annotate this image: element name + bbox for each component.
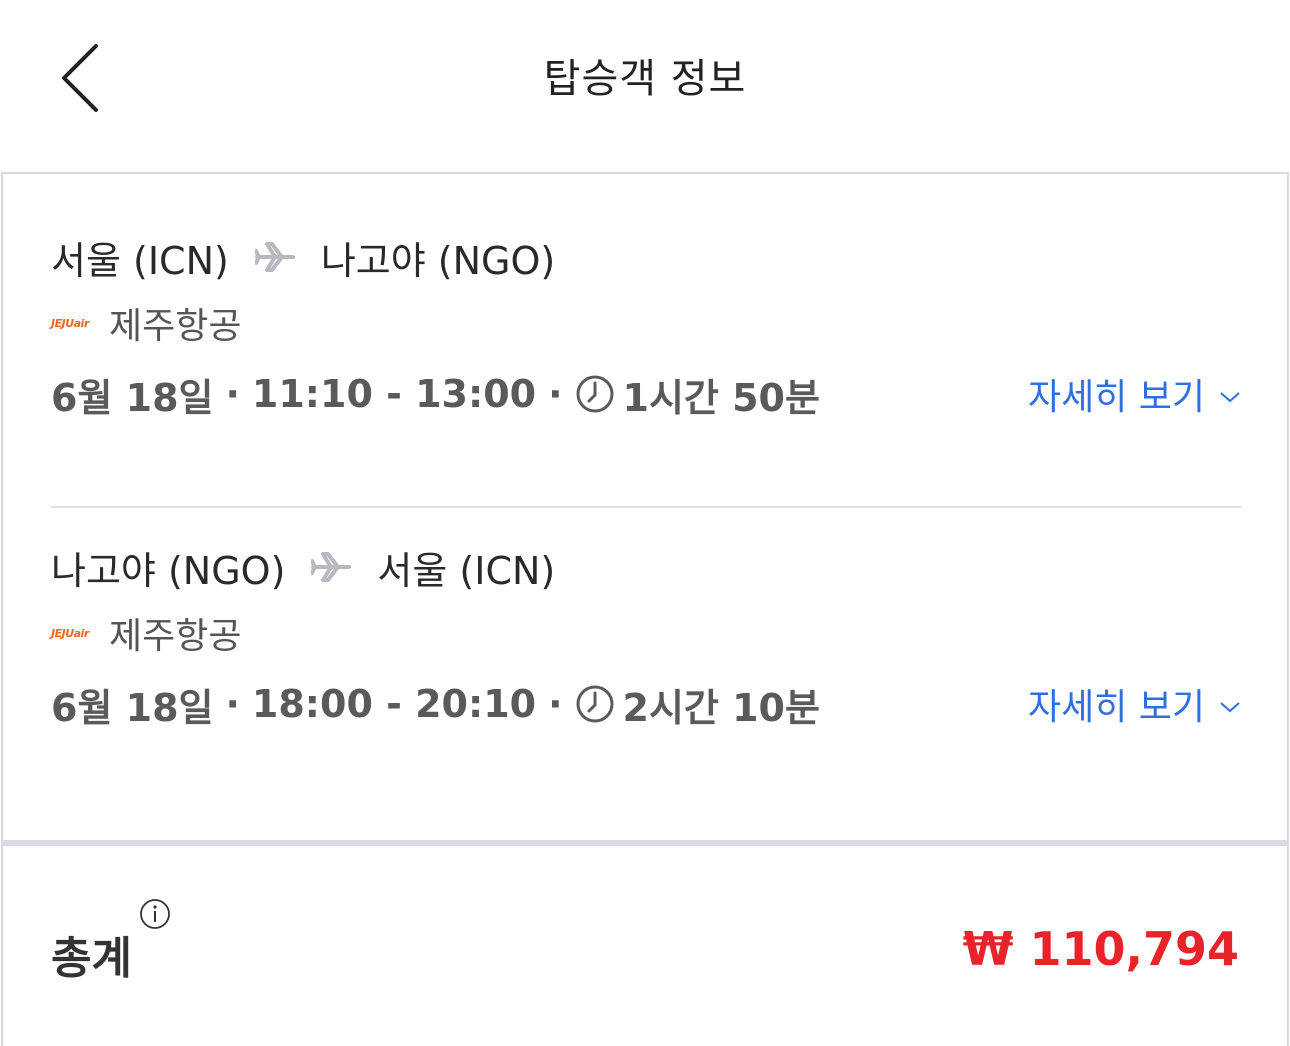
page-title: 탑승객 정보 xyxy=(543,56,747,102)
destination-airport: 나고야 (NGO) xyxy=(320,238,556,283)
view-details-label: 자세히 보기 xyxy=(1027,377,1205,418)
schedule-row: 6월 18일 · 18:00 - 20:10 · 2시간 10분 자세히 보기 xyxy=(51,676,1241,732)
total-amount: ₩ 110,794 xyxy=(962,922,1239,976)
separator: · xyxy=(225,372,240,416)
airplane-icon xyxy=(254,242,295,272)
flight-segment-outbound: 서울 (ICN) 나고야 (NGO) JEJUair 제주항공 6월 18일 ·… xyxy=(51,230,1241,422)
flight-itinerary-card: 서울 (ICN) 나고야 (NGO) JEJUair 제주항공 6월 18일 ·… xyxy=(1,172,1289,844)
schedule: 6월 18일 · 11:10 - 13:00 · 1시간 50분 xyxy=(51,367,820,422)
clock-icon xyxy=(576,685,614,723)
airline-logo: JEJUair xyxy=(51,626,89,640)
airplane-icon xyxy=(311,552,352,582)
total-price-card: 총계 ₩ 110,794 xyxy=(1,844,1289,1046)
segment-divider xyxy=(51,506,1241,508)
airline: JEJUair 제주항공 xyxy=(51,298,1241,348)
origin-airport: 서울 (ICN) xyxy=(51,238,229,283)
airline: JEJUair 제주항공 xyxy=(51,608,1241,658)
origin-airport: 나고야 (NGO) xyxy=(51,548,286,593)
destination-airport: 서울 (ICN) xyxy=(377,548,556,593)
separator: · xyxy=(225,682,240,726)
chevron-down-icon xyxy=(1220,702,1240,713)
schedule-row: 6월 18일 · 11:10 - 13:00 · 1시간 50분 자세히 보기 xyxy=(51,366,1241,422)
route: 나고야 (NGO) 서울 (ICN) xyxy=(51,540,1241,594)
flight-time: 11:10 - 13:00 xyxy=(251,372,537,416)
clock-icon xyxy=(576,375,614,413)
flight-duration: 1시간 50분 xyxy=(622,375,820,420)
flight-segment-return: 나고야 (NGO) 서울 (ICN) JEJUair 제주항공 6월 18일 ·… xyxy=(51,540,1241,732)
chevron-down-icon xyxy=(1220,392,1240,403)
route: 서울 (ICN) 나고야 (NGO) xyxy=(51,230,1241,284)
flight-date: 6월 18일 xyxy=(51,375,214,420)
flight-duration: 2시간 10분 xyxy=(622,685,820,730)
airline-name: 제주항공 xyxy=(109,616,242,657)
schedule: 6월 18일 · 18:00 - 20:10 · 2시간 10분 xyxy=(51,677,820,732)
flight-date: 6월 18일 xyxy=(51,685,214,730)
separator: · xyxy=(548,372,563,416)
separator: · xyxy=(548,682,563,726)
airline-logo: JEJUair xyxy=(51,316,89,330)
airline-name: 제주항공 xyxy=(109,306,242,347)
view-details-label: 자세히 보기 xyxy=(1027,687,1205,728)
view-details-link[interactable]: 자세히 보기 xyxy=(1028,678,1241,730)
flight-time: 18:00 - 20:10 xyxy=(251,682,537,726)
header: 탑승객 정보 xyxy=(0,0,1290,160)
view-details-link[interactable]: 자세히 보기 xyxy=(1028,368,1241,420)
info-icon[interactable] xyxy=(139,898,171,930)
total-label: 총계 xyxy=(51,933,132,984)
